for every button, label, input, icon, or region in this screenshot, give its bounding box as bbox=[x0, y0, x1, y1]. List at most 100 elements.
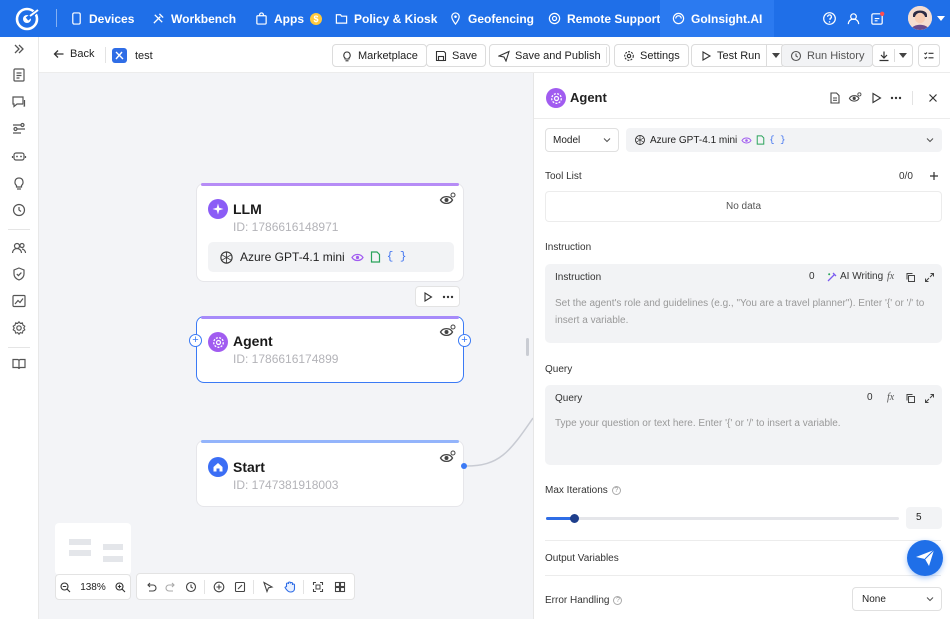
add-input-handle[interactable]: + bbox=[189, 334, 202, 347]
max-iterations-slider[interactable] bbox=[546, 514, 899, 523]
eye-settings-icon[interactable] bbox=[439, 324, 456, 339]
node-id: ID: 1747381918003 bbox=[233, 478, 339, 492]
save-and-publish-button[interactable]: Save and Publish bbox=[489, 44, 610, 67]
vision-icon bbox=[741, 137, 752, 143]
nav-devices[interactable]: Devices bbox=[70, 0, 134, 37]
llm-node[interactable]: LLM ID: 1786616148971 Azure GPT-4.1 mini… bbox=[196, 183, 464, 282]
add-node-icon[interactable] bbox=[213, 581, 225, 593]
error-handling-label-row: Error Handling ? bbox=[545, 595, 623, 606]
output-variables-label[interactable]: Output Variables bbox=[545, 553, 619, 564]
document-icon[interactable] bbox=[829, 92, 841, 104]
user-switch-icon[interactable] bbox=[846, 11, 861, 26]
close-icon[interactable] bbox=[928, 93, 938, 103]
expand-sidebar-icon[interactable] bbox=[11, 41, 27, 57]
info-icon[interactable]: ? bbox=[611, 486, 621, 495]
node-id: ID: 1786616148971 bbox=[233, 220, 339, 234]
test-run-button[interactable]: Test Run bbox=[691, 44, 786, 67]
workflow-name[interactable]: test bbox=[135, 50, 153, 62]
hand-pan-icon[interactable] bbox=[283, 580, 296, 593]
zoom-in-icon[interactable] bbox=[115, 581, 126, 593]
bot-icon[interactable] bbox=[11, 148, 27, 164]
bag-icon bbox=[256, 12, 267, 25]
history-icon[interactable] bbox=[11, 202, 27, 218]
more-icon[interactable] bbox=[890, 96, 902, 100]
play-icon[interactable] bbox=[871, 92, 882, 104]
eye-settings-icon[interactable] bbox=[439, 192, 456, 207]
nav-goinsight-ai[interactable]: GoInsight.AI bbox=[660, 0, 775, 37]
export-button[interactable] bbox=[872, 44, 913, 67]
more-icon[interactable] bbox=[442, 295, 454, 299]
eye-settings-icon[interactable] bbox=[848, 92, 862, 104]
history-icon[interactable] bbox=[185, 581, 197, 593]
add-output-handle[interactable]: + bbox=[458, 334, 471, 347]
error-handling-select[interactable]: None bbox=[852, 587, 942, 611]
model-type-select[interactable]: Model bbox=[545, 128, 619, 152]
settings-button[interactable]: Settings bbox=[614, 44, 689, 67]
book-icon[interactable] bbox=[11, 356, 27, 372]
fit-view-icon[interactable] bbox=[312, 581, 324, 593]
note-icon[interactable] bbox=[234, 581, 246, 593]
play-icon[interactable] bbox=[423, 292, 433, 302]
gear-icon[interactable] bbox=[11, 320, 27, 336]
add-tool-icon[interactable] bbox=[929, 171, 939, 181]
nav-remote-support[interactable]: Remote Support bbox=[548, 0, 660, 37]
document-list-icon[interactable] bbox=[11, 67, 27, 83]
ai-pen-icon bbox=[827, 272, 837, 281]
ai-writing-button[interactable]: AI Writing bbox=[827, 271, 883, 282]
nav-workbench[interactable]: Workbench bbox=[152, 0, 236, 37]
instruction-editor[interactable]: Instruction 0 AI Writing fx Set the agen… bbox=[545, 264, 942, 343]
minimap-node bbox=[103, 556, 123, 562]
run-history-button[interactable]: Run History bbox=[781, 44, 874, 67]
model-select[interactable]: Azure GPT-4.1 mini { } bbox=[626, 128, 942, 152]
marketplace-button[interactable]: Marketplace bbox=[332, 44, 427, 67]
layout-icon[interactable] bbox=[334, 581, 346, 593]
variable-fx-button[interactable]: fx bbox=[887, 392, 894, 403]
section-divider bbox=[545, 540, 941, 541]
info-icon[interactable]: ? bbox=[613, 596, 623, 605]
users-icon[interactable] bbox=[11, 240, 27, 256]
help-icon[interactable] bbox=[822, 11, 837, 26]
agent-node[interactable]: Agent ID: 1786616174899 bbox=[196, 316, 464, 383]
query-editor[interactable]: Query 0 fx Type your question or text he… bbox=[545, 385, 942, 465]
assistant-send-button[interactable] bbox=[907, 540, 943, 576]
workflow-canvas[interactable]: LLM ID: 1786616148971 Azure GPT-4.1 mini… bbox=[39, 73, 533, 619]
workflow-icon[interactable] bbox=[11, 121, 27, 137]
expand-icon[interactable] bbox=[924, 272, 935, 283]
start-node[interactable]: Start ID: 1747381918003 bbox=[196, 440, 464, 507]
slider-thumb[interactable] bbox=[570, 514, 579, 523]
copy-icon[interactable] bbox=[905, 393, 916, 404]
copy-icon[interactable] bbox=[905, 272, 916, 283]
app-logo-icon[interactable] bbox=[14, 6, 40, 32]
checklist-button[interactable] bbox=[918, 44, 940, 67]
nav-geofencing[interactable]: Geofencing bbox=[449, 0, 534, 37]
llm-model-chip[interactable]: Azure GPT-4.1 mini { } bbox=[208, 242, 454, 272]
panel-resize-handle[interactable] bbox=[526, 338, 529, 356]
max-iterations-input[interactable]: 5 bbox=[906, 507, 942, 529]
lightbulb-icon[interactable] bbox=[11, 175, 27, 191]
nav-apps[interactable]: Apps $ bbox=[255, 0, 322, 37]
zoom-level[interactable]: 138% bbox=[80, 582, 106, 593]
analytics-icon[interactable] bbox=[11, 293, 27, 309]
redo-icon[interactable] bbox=[165, 581, 177, 593]
save-and-publish-label: Save and Publish bbox=[515, 49, 601, 62]
max-iterations-label-row: Max Iterations ? bbox=[545, 485, 621, 496]
nav-policy-kiosk[interactable]: Policy & Kiosk bbox=[335, 0, 437, 37]
zoom-out-icon[interactable] bbox=[60, 581, 71, 593]
model-name: Azure GPT-4.1 mini bbox=[650, 134, 738, 146]
pointer-icon[interactable] bbox=[262, 581, 274, 593]
node-accent-bar bbox=[201, 440, 459, 443]
notification-icon[interactable] bbox=[870, 11, 885, 26]
variable-fx-button[interactable]: fx bbox=[887, 271, 894, 282]
output-handle[interactable] bbox=[461, 463, 467, 469]
chat-icon[interactable] bbox=[11, 94, 27, 110]
account-dropdown-icon[interactable] bbox=[937, 16, 945, 21]
json-tag: { } bbox=[769, 135, 786, 145]
minimap[interactable] bbox=[55, 523, 131, 575]
shield-icon[interactable] bbox=[11, 266, 27, 282]
undo-icon[interactable] bbox=[145, 581, 157, 593]
eye-settings-icon[interactable] bbox=[439, 450, 456, 465]
avatar[interactable] bbox=[908, 6, 932, 30]
save-button[interactable]: Save bbox=[426, 44, 487, 67]
back-button[interactable]: Back bbox=[53, 48, 94, 60]
expand-icon[interactable] bbox=[924, 393, 935, 404]
